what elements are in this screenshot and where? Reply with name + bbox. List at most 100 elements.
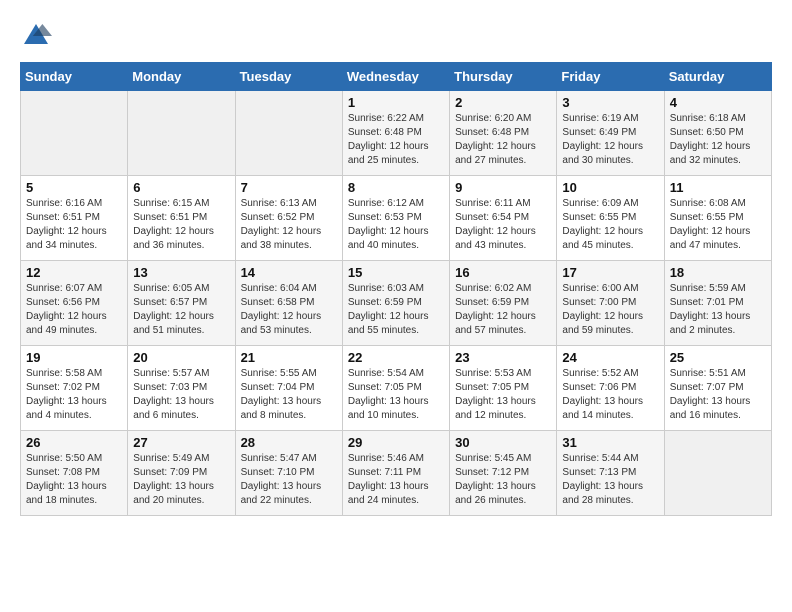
cell-content: Sunrise: 6:12 AM Sunset: 6:53 PM Dayligh… xyxy=(348,197,444,253)
cell-content: Sunrise: 5:50 AM Sunset: 7:08 PM Dayligh… xyxy=(26,452,122,508)
calendar-body: 1 Sunrise: 6:22 AM Sunset: 6:48 PM Daylig… xyxy=(21,91,772,516)
day-number: 17 xyxy=(562,265,658,280)
calendar-cell: 16 Sunrise: 6:02 AM Sunset: 6:59 PM Dayli… xyxy=(450,261,557,346)
page-header xyxy=(20,20,772,52)
cell-content: Sunrise: 6:05 AM Sunset: 6:57 PM Dayligh… xyxy=(133,282,229,338)
day-number: 5 xyxy=(26,180,122,195)
weekday-sunday: Sunday xyxy=(21,63,128,91)
calendar-header: SundayMondayTuesdayWednesdayThursdayFrid… xyxy=(21,63,772,91)
cell-content: Sunrise: 6:11 AM Sunset: 6:54 PM Dayligh… xyxy=(455,197,551,253)
calendar-cell: 9 Sunrise: 6:11 AM Sunset: 6:54 PM Daylig… xyxy=(450,176,557,261)
calendar-cell: 19 Sunrise: 5:58 AM Sunset: 7:02 PM Dayli… xyxy=(21,346,128,431)
day-number: 21 xyxy=(241,350,337,365)
logo-icon xyxy=(20,20,52,52)
day-number: 12 xyxy=(26,265,122,280)
calendar-cell: 14 Sunrise: 6:04 AM Sunset: 6:58 PM Dayli… xyxy=(235,261,342,346)
cell-content: Sunrise: 6:19 AM Sunset: 6:49 PM Dayligh… xyxy=(562,112,658,168)
cell-content: Sunrise: 5:57 AM Sunset: 7:03 PM Dayligh… xyxy=(133,367,229,423)
cell-content: Sunrise: 5:45 AM Sunset: 7:12 PM Dayligh… xyxy=(455,452,551,508)
calendar-cell: 3 Sunrise: 6:19 AM Sunset: 6:49 PM Daylig… xyxy=(557,91,664,176)
day-number: 23 xyxy=(455,350,551,365)
calendar-cell: 22Sunrise: 5:54 AM Sunset: 7:05 PM Dayli… xyxy=(342,346,449,431)
calendar-cell: 7Sunrise: 6:13 AM Sunset: 6:52 PM Daylig… xyxy=(235,176,342,261)
calendar-cell: 2Sunrise: 6:20 AM Sunset: 6:48 PM Daylig… xyxy=(450,91,557,176)
cell-content: Sunrise: 6:04 AM Sunset: 6:58 PM Dayligh… xyxy=(241,282,337,338)
cell-content: Sunrise: 5:47 AM Sunset: 7:10 PM Dayligh… xyxy=(241,452,337,508)
day-number: 15 xyxy=(348,265,444,280)
cell-content: Sunrise: 6:08 AM Sunset: 6:55 PM Dayligh… xyxy=(670,197,766,253)
day-number: 19 xyxy=(26,350,122,365)
calendar-cell: 28 Sunrise: 5:47 AM Sunset: 7:10 PM Dayli… xyxy=(235,431,342,516)
cell-content: Sunrise: 6:22 AM Sunset: 6:48 PM Dayligh… xyxy=(348,112,444,168)
cell-content: Sunrise: 6:09 AM Sunset: 6:55 PM Dayligh… xyxy=(562,197,658,253)
weekday-wednesday: Wednesday xyxy=(342,63,449,91)
cell-content: Sunrise: 5:55 AM Sunset: 7:04 PM Dayligh… xyxy=(241,367,337,423)
cell-content: Sunrise: 5:58 AM Sunset: 7:02 PM Dayligh… xyxy=(26,367,122,423)
day-number: 8 xyxy=(348,180,444,195)
calendar-cell: 27Sunrise: 5:49 AM Sunset: 7:09 PM Dayli… xyxy=(128,431,235,516)
day-number: 24 xyxy=(562,350,658,365)
cell-content: Sunrise: 6:18 AM Sunset: 6:50 PM Dayligh… xyxy=(670,112,766,168)
day-number: 28 xyxy=(241,435,337,450)
calendar-cell xyxy=(235,91,342,176)
day-number: 14 xyxy=(241,265,337,280)
cell-content: Sunrise: 6:07 AM Sunset: 6:56 PM Dayligh… xyxy=(26,282,122,338)
calendar-week-4: 19 Sunrise: 5:58 AM Sunset: 7:02 PM Dayli… xyxy=(21,346,772,431)
weekday-friday: Friday xyxy=(557,63,664,91)
calendar-cell: 31 Sunrise: 5:44 AM Sunset: 7:13 PM Dayli… xyxy=(557,431,664,516)
calendar-cell: 24 Sunrise: 5:52 AM Sunset: 7:06 PM Dayli… xyxy=(557,346,664,431)
cell-content: Sunrise: 6:13 AM Sunset: 6:52 PM Dayligh… xyxy=(241,197,337,253)
calendar-cell: 6 Sunrise: 6:15 AM Sunset: 6:51 PM Daylig… xyxy=(128,176,235,261)
day-number: 30 xyxy=(455,435,551,450)
cell-content: Sunrise: 6:00 AM Sunset: 7:00 PM Dayligh… xyxy=(562,282,658,338)
calendar-cell: 15 Sunrise: 6:03 AM Sunset: 6:59 PM Dayli… xyxy=(342,261,449,346)
cell-content: Sunrise: 6:16 AM Sunset: 6:51 PM Dayligh… xyxy=(26,197,122,253)
calendar-cell: 23 Sunrise: 5:53 AM Sunset: 7:05 PM Dayli… xyxy=(450,346,557,431)
day-number: 16 xyxy=(455,265,551,280)
calendar-cell: 12 Sunrise: 6:07 AM Sunset: 6:56 PM Dayli… xyxy=(21,261,128,346)
day-number: 1 xyxy=(348,95,444,110)
calendar-cell: 20 Sunrise: 5:57 AM Sunset: 7:03 PM Dayli… xyxy=(128,346,235,431)
calendar-week-3: 12 Sunrise: 6:07 AM Sunset: 6:56 PM Dayli… xyxy=(21,261,772,346)
day-number: 11 xyxy=(670,180,766,195)
calendar-cell: 5 Sunrise: 6:16 AM Sunset: 6:51 PM Daylig… xyxy=(21,176,128,261)
calendar-cell: 26Sunrise: 5:50 AM Sunset: 7:08 PM Dayli… xyxy=(21,431,128,516)
cell-content: Sunrise: 6:02 AM Sunset: 6:59 PM Dayligh… xyxy=(455,282,551,338)
weekday-saturday: Saturday xyxy=(664,63,771,91)
calendar-cell: 4Sunrise: 6:18 AM Sunset: 6:50 PM Daylig… xyxy=(664,91,771,176)
calendar-week-2: 5 Sunrise: 6:16 AM Sunset: 6:51 PM Daylig… xyxy=(21,176,772,261)
day-number: 6 xyxy=(133,180,229,195)
cell-content: Sunrise: 5:52 AM Sunset: 7:06 PM Dayligh… xyxy=(562,367,658,423)
weekday-monday: Monday xyxy=(128,63,235,91)
day-number: 3 xyxy=(562,95,658,110)
calendar-cell: 8 Sunrise: 6:12 AM Sunset: 6:53 PM Daylig… xyxy=(342,176,449,261)
day-number: 31 xyxy=(562,435,658,450)
calendar-cell: 10 Sunrise: 6:09 AM Sunset: 6:55 PM Dayli… xyxy=(557,176,664,261)
calendar-week-1: 1 Sunrise: 6:22 AM Sunset: 6:48 PM Daylig… xyxy=(21,91,772,176)
day-number: 18 xyxy=(670,265,766,280)
cell-content: Sunrise: 6:15 AM Sunset: 6:51 PM Dayligh… xyxy=(133,197,229,253)
weekday-header-row: SundayMondayTuesdayWednesdayThursdayFrid… xyxy=(21,63,772,91)
day-number: 25 xyxy=(670,350,766,365)
day-number: 10 xyxy=(562,180,658,195)
cell-content: Sunrise: 5:53 AM Sunset: 7:05 PM Dayligh… xyxy=(455,367,551,423)
logo xyxy=(20,20,56,52)
day-number: 2 xyxy=(455,95,551,110)
calendar-cell: 29Sunrise: 5:46 AM Sunset: 7:11 PM Dayli… xyxy=(342,431,449,516)
calendar-table: SundayMondayTuesdayWednesdayThursdayFrid… xyxy=(20,62,772,516)
day-number: 20 xyxy=(133,350,229,365)
calendar-cell: 11 Sunrise: 6:08 AM Sunset: 6:55 PM Dayli… xyxy=(664,176,771,261)
day-number: 13 xyxy=(133,265,229,280)
weekday-thursday: Thursday xyxy=(450,63,557,91)
calendar-cell: 21 Sunrise: 5:55 AM Sunset: 7:04 PM Dayli… xyxy=(235,346,342,431)
cell-content: Sunrise: 6:03 AM Sunset: 6:59 PM Dayligh… xyxy=(348,282,444,338)
day-number: 29 xyxy=(348,435,444,450)
cell-content: Sunrise: 5:44 AM Sunset: 7:13 PM Dayligh… xyxy=(562,452,658,508)
cell-content: Sunrise: 5:51 AM Sunset: 7:07 PM Dayligh… xyxy=(670,367,766,423)
cell-content: Sunrise: 5:49 AM Sunset: 7:09 PM Dayligh… xyxy=(133,452,229,508)
day-number: 9 xyxy=(455,180,551,195)
calendar-cell: 1 Sunrise: 6:22 AM Sunset: 6:48 PM Daylig… xyxy=(342,91,449,176)
calendar-cell: 13 Sunrise: 6:05 AM Sunset: 6:57 PM Dayli… xyxy=(128,261,235,346)
calendar-cell: 25 Sunrise: 5:51 AM Sunset: 7:07 PM Dayli… xyxy=(664,346,771,431)
calendar-cell xyxy=(664,431,771,516)
